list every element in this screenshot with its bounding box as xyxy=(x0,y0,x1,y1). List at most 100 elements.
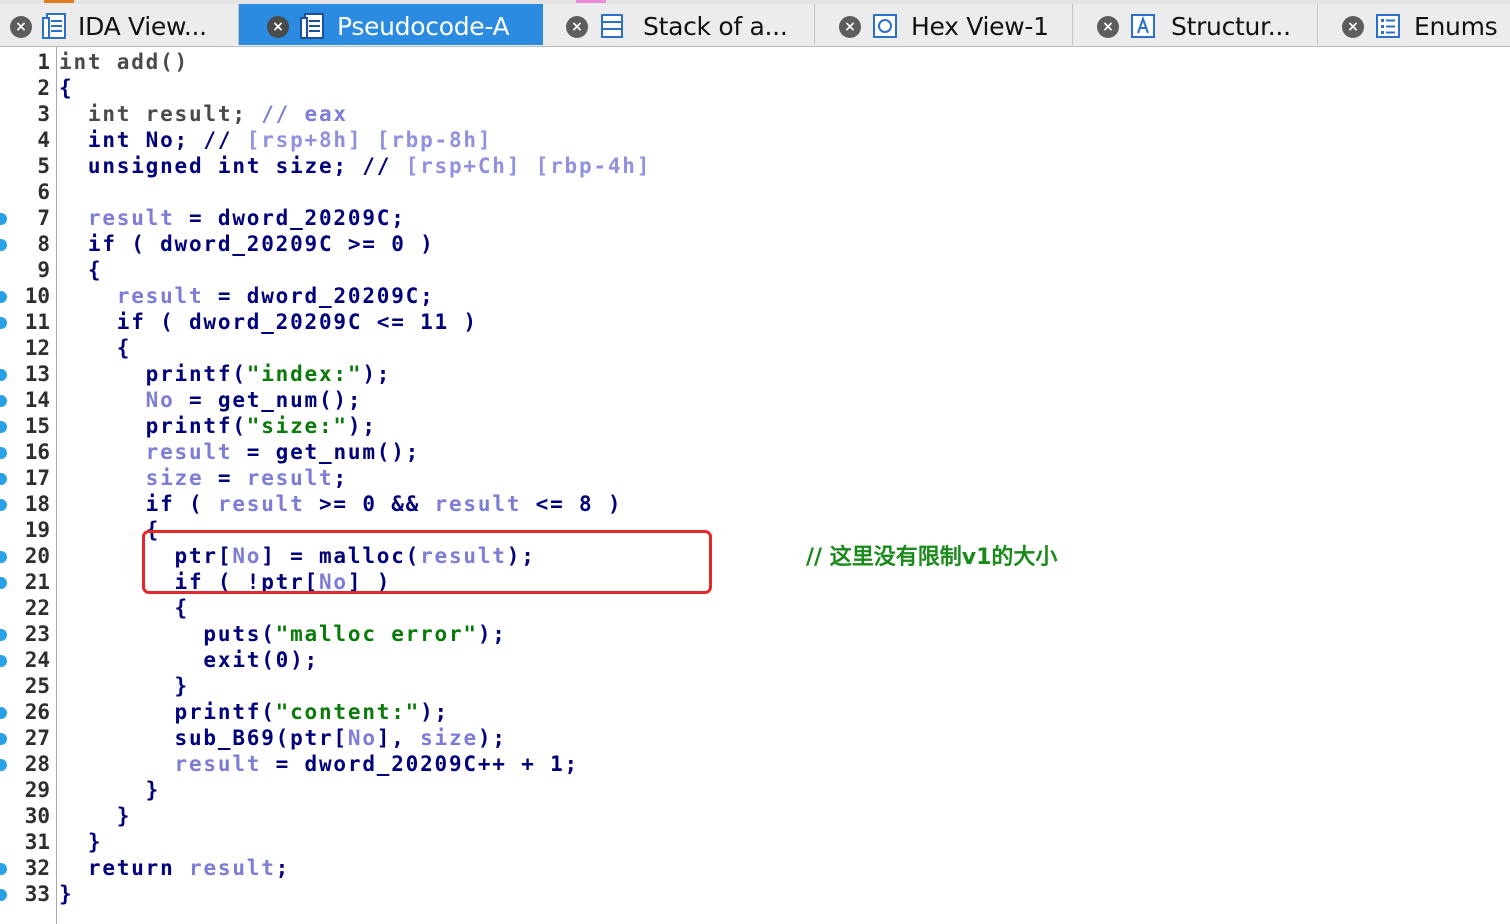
code-text: exit(0); xyxy=(59,647,319,673)
code-token: ); xyxy=(347,414,377,438)
tab-label: Pseudocode-A xyxy=(337,12,510,41)
tab-ida-view[interactable]: × IDA View... xyxy=(0,4,239,45)
code-line[interactable]: 28 result = dword_20209C++ + 1; xyxy=(0,751,1510,777)
line-number: 4 xyxy=(37,128,50,152)
code-token: [rsp+8h] [rbp-8h] xyxy=(246,128,493,152)
stack-icon xyxy=(601,14,623,38)
line-number: 21 xyxy=(24,570,50,594)
code-token: { xyxy=(59,258,103,282)
tab-bar-color-mark xyxy=(44,0,74,3)
highlight-box xyxy=(142,530,712,594)
code-token: = dword_20209C++ + 1; xyxy=(261,752,579,776)
code-token: sub_B69(ptr[ xyxy=(59,726,348,750)
code-token: result xyxy=(145,440,233,464)
code-line[interactable]: 24 exit(0); xyxy=(0,647,1510,673)
code-token: size xyxy=(145,466,204,490)
line-number: 29 xyxy=(24,778,50,802)
code-line[interactable]: 14 No = get_num(); xyxy=(0,387,1510,413)
code-token: >= 0 && xyxy=(304,492,435,516)
code-line[interactable]: 16 result = get_num(); xyxy=(0,439,1510,465)
code-line[interactable]: 6 xyxy=(0,179,1510,205)
code-line[interactable]: 30 } xyxy=(0,803,1510,829)
tab-pseudocode[interactable]: × Pseudocode-A xyxy=(239,4,543,45)
code-line[interactable]: 1 int add() xyxy=(0,49,1510,75)
tab-label: Enums xyxy=(1414,12,1498,41)
code-line[interactable]: 10 result = dword_20209C; xyxy=(0,283,1510,309)
code-line[interactable]: 5 unsigned int size; // [rsp+Ch] [rbp-4h… xyxy=(0,153,1510,179)
code-token: No xyxy=(347,726,377,750)
close-icon[interactable]: × xyxy=(10,16,32,38)
code-text: } xyxy=(59,829,102,855)
code-line[interactable]: 23 puts("malloc error"); xyxy=(0,621,1510,647)
code-line[interactable]: 26 printf("content:"); xyxy=(0,699,1510,725)
code-token: } xyxy=(59,882,74,906)
code-text: } xyxy=(59,777,160,803)
code-text: printf("content:"); xyxy=(59,699,449,725)
tab-stack[interactable]: × Stack of a... xyxy=(543,4,815,45)
code-text: { xyxy=(59,257,102,283)
code-token: { xyxy=(59,76,74,100)
tab-enums[interactable]: × Enums xyxy=(1318,4,1510,45)
code-token: ); xyxy=(477,726,507,750)
code-token: } xyxy=(59,830,103,854)
code-token: if ( dword_20209C <= 11 ) xyxy=(59,310,478,334)
code-line[interactable]: 17 size = result; xyxy=(0,465,1510,491)
line-number: 24 xyxy=(24,648,50,672)
code-text: result = dword_20209C; xyxy=(59,283,435,309)
line-number: 32 xyxy=(24,856,50,880)
code-line[interactable]: 33} xyxy=(0,881,1510,907)
line-number: 28 xyxy=(24,752,50,776)
code-line[interactable]: 2{ xyxy=(0,75,1510,101)
code-text: result = dword_20209C++ + 1; xyxy=(59,751,579,777)
line-number: 10 xyxy=(24,284,50,308)
code-token: No xyxy=(145,388,175,412)
code-line[interactable]: 29 } xyxy=(0,777,1510,803)
line-number: 33 xyxy=(24,882,50,906)
code-token: printf( xyxy=(59,700,276,724)
code-line[interactable]: 22 { xyxy=(0,595,1510,621)
close-icon[interactable]: × xyxy=(1342,16,1364,38)
tab-hex-view[interactable]: × Hex View-1 xyxy=(815,4,1073,45)
code-token: result xyxy=(434,492,522,516)
close-icon[interactable]: × xyxy=(839,16,861,38)
code-text: } xyxy=(59,803,131,829)
code-text: int add() xyxy=(59,49,189,75)
code-line[interactable]: 4 int No; // [rsp+8h] [rbp-8h] xyxy=(0,127,1510,153)
annotation-comment: // 这里没有限制v1的大小 xyxy=(806,545,1058,570)
code-line[interactable]: 8 if ( dword_20209C >= 0 ) xyxy=(0,231,1510,257)
code-line[interactable]: 27 sub_B69(ptr[No], size); xyxy=(0,725,1510,751)
code-text: result = get_num(); xyxy=(59,439,420,465)
code-line[interactable]: 18 if ( result >= 0 && result <= 8 ) xyxy=(0,491,1510,517)
code-line[interactable]: 12 { xyxy=(0,335,1510,361)
code-line[interactable]: 13 printf("index:"); xyxy=(0,361,1510,387)
line-number: 2 xyxy=(37,76,50,100)
enums-icon xyxy=(1376,14,1400,38)
code-line[interactable]: 7 result = dword_20209C; xyxy=(0,205,1510,231)
code-line[interactable]: 31 } xyxy=(0,829,1510,855)
code-line[interactable]: 11 if ( dword_20209C <= 11 ) xyxy=(0,309,1510,335)
line-number: 5 xyxy=(37,154,50,178)
code-line[interactable]: 25 } xyxy=(0,673,1510,699)
code-token: result xyxy=(174,752,262,776)
close-icon[interactable]: × xyxy=(1097,16,1119,38)
code-line[interactable]: 15 printf("size:"); xyxy=(0,413,1510,439)
close-icon[interactable]: × xyxy=(566,16,588,38)
tab-label: IDA View... xyxy=(78,12,207,41)
code-token: "index:" xyxy=(246,362,363,386)
ida-view-icon xyxy=(42,13,66,39)
tab-structures[interactable]: × Structur... xyxy=(1073,4,1318,45)
code-token: result xyxy=(217,492,305,516)
line-number: 16 xyxy=(24,440,50,464)
code-text: int result; // eax xyxy=(59,101,348,127)
code-token: } xyxy=(59,778,161,802)
close-icon[interactable]: × xyxy=(267,16,289,38)
line-number: 3 xyxy=(37,102,50,126)
code-line[interactable]: 3 int result; // eax xyxy=(0,101,1510,127)
code-text: result = dword_20209C; xyxy=(59,205,406,231)
tab-label: Hex View-1 xyxy=(911,12,1049,41)
code-line[interactable]: 32 return result; xyxy=(0,855,1510,881)
pseudocode-view[interactable]: 1 int add() 2{3 int result; // eax 4 int No… xyxy=(0,47,1510,924)
code-line[interactable]: 9 { xyxy=(0,257,1510,283)
code-token: result xyxy=(116,284,204,308)
